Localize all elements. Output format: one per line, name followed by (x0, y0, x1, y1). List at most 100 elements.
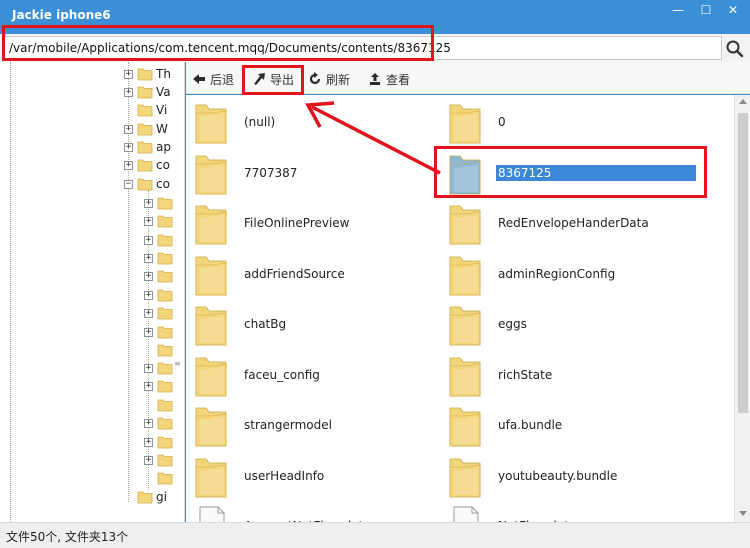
file-item[interactable]: addFriendSource (190, 251, 442, 299)
file-item[interactable]: userHeadInfo (190, 453, 442, 501)
tree-child-node[interactable] (144, 397, 184, 415)
folder-icon (444, 301, 484, 349)
tree-child-node[interactable]: + (144, 287, 184, 305)
folder-icon (444, 352, 484, 400)
expand-toggle-icon[interactable]: − (124, 180, 133, 189)
tree-node-label: gi (156, 490, 167, 504)
folder-icon (137, 490, 153, 504)
tree-node[interactable]: gi (124, 489, 184, 507)
file-item[interactable]: NetFlow.data (444, 503, 696, 522)
search-button[interactable] (724, 38, 746, 60)
title-bar: Jackie iphone6 — ☐ ✕ (0, 0, 750, 34)
file-name: 7707387 (244, 165, 298, 180)
folder-icon (190, 301, 230, 349)
expand-toggle-icon[interactable]: + (124, 70, 133, 79)
tree-node[interactable]: + ap (124, 139, 184, 157)
expand-toggle-icon[interactable]: + (144, 438, 153, 447)
expand-toggle-icon[interactable]: + (144, 217, 153, 226)
expand-toggle-icon[interactable]: + (144, 456, 153, 465)
expand-toggle-icon[interactable]: + (144, 199, 153, 208)
back-button[interactable]: 后退 (192, 68, 234, 90)
file-item[interactable]: faceu_config (190, 352, 442, 400)
folder-icon (157, 453, 173, 467)
expand-toggle-icon[interactable]: + (144, 272, 153, 281)
refresh-button[interactable]: 刷新 (308, 68, 350, 90)
file-item[interactable]: AccountNetFlow.data (190, 503, 442, 522)
export-button[interactable]: 导出 (252, 68, 294, 90)
folder-icon (137, 177, 153, 191)
folder-icon (444, 99, 484, 147)
file-item[interactable]: 0 (444, 99, 696, 147)
tree-child-node[interactable]: + (144, 324, 184, 342)
folder-icon (157, 325, 173, 339)
folder-icon (157, 251, 173, 265)
scroll-thumb[interactable] (738, 113, 748, 413)
tree-child-node[interactable]: + (144, 452, 184, 470)
file-item[interactable]: FileOnlinePreview (190, 200, 442, 248)
expand-toggle-icon[interactable]: + (124, 88, 133, 97)
tree-child-node[interactable] (144, 342, 184, 360)
expand-toggle-icon[interactable]: + (144, 419, 153, 428)
expand-toggle-icon[interactable]: + (144, 236, 153, 245)
tree-node[interactable]: + Th (124, 66, 184, 84)
file-item[interactable]: strangermodel (190, 402, 442, 450)
expand-toggle-icon[interactable]: + (144, 291, 153, 300)
file-item[interactable]: eggs (444, 301, 696, 349)
tree-node[interactable]: − co (124, 176, 184, 194)
file-item[interactable]: adminRegionConfig (444, 251, 696, 299)
tree-node[interactable]: + Va (124, 84, 184, 102)
file-item[interactable]: youtubeauty.bundle (444, 453, 696, 501)
expand-toggle-icon[interactable]: + (124, 161, 133, 170)
scroll-down-icon[interactable] (739, 511, 747, 516)
folder-icon (190, 453, 230, 501)
expand-toggle-icon[interactable]: + (144, 328, 153, 337)
file-item[interactable]: chatBg (190, 301, 442, 349)
file-item[interactable]: RedEnvelopeHanderData (444, 200, 696, 248)
tree-child-node[interactable]: + (144, 195, 184, 213)
minimize-button[interactable]: — (665, 3, 691, 17)
tree-child-node[interactable]: + (144, 378, 184, 396)
file-item[interactable]: (null) (190, 99, 442, 147)
tree-node[interactable]: Vi (124, 102, 184, 120)
tree-child-node[interactable]: + (144, 434, 184, 452)
arrow-left-icon (193, 74, 205, 84)
maximize-button[interactable]: ☐ (693, 3, 719, 17)
tree-child-node[interactable] (144, 470, 184, 488)
vertical-scrollbar[interactable] (734, 95, 750, 522)
expand-toggle-icon[interactable]: + (124, 125, 133, 134)
expand-toggle-icon[interactable]: + (144, 364, 153, 373)
tree-node-label: Vi (156, 103, 168, 117)
tree-child-node[interactable]: + (144, 250, 184, 268)
folder-icon (190, 352, 230, 400)
expand-toggle-icon[interactable]: + (144, 309, 153, 318)
refresh-icon (309, 72, 321, 85)
back-label: 后退 (210, 72, 235, 87)
view-button[interactable]: 查看 (368, 68, 410, 90)
pane-splitter[interactable]: ≡ (174, 360, 182, 372)
expand-toggle-icon[interactable]: + (124, 143, 133, 152)
tree-child-node[interactable]: + (144, 415, 184, 433)
tree-child-node[interactable]: + (144, 213, 184, 231)
folder-icon (157, 269, 173, 283)
expand-toggle-icon[interactable]: + (144, 254, 153, 263)
folder-icon (137, 122, 153, 136)
file-item[interactable]: richState (444, 352, 696, 400)
folder-icon (444, 251, 484, 299)
folder-icon (157, 398, 173, 412)
tree-child-node[interactable]: + (144, 268, 184, 286)
expand-toggle-icon[interactable]: + (144, 382, 153, 391)
folder-icon (157, 288, 173, 302)
close-button[interactable]: ✕ (720, 3, 746, 17)
folder-icon (157, 214, 173, 228)
tree-child-node[interactable]: + (144, 305, 184, 323)
scroll-up-icon[interactable] (739, 99, 747, 104)
file-item[interactable]: ufa.bundle (444, 402, 696, 450)
path-input[interactable]: /var/mobile/Applications/com.tencent.mqq… (4, 36, 722, 60)
tree-node-label: ap (156, 140, 171, 154)
tree-node-label: co (156, 158, 170, 172)
tree-node[interactable]: + W (124, 121, 184, 139)
file-item[interactable]: 8367125 (444, 150, 696, 198)
tree-child-node[interactable]: + (144, 232, 184, 250)
file-item[interactable]: 7707387 (190, 150, 442, 198)
tree-node[interactable]: + co (124, 157, 184, 175)
